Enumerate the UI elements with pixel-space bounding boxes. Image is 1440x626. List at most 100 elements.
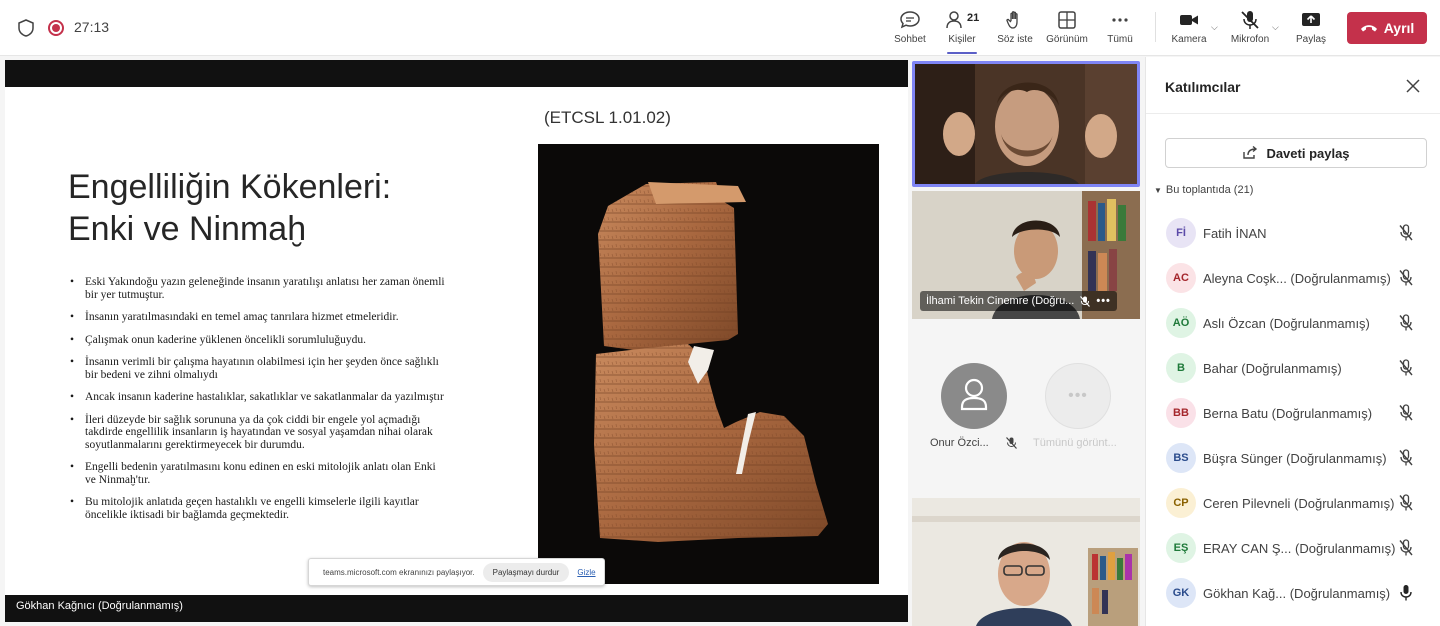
- panel-title: Katılımcılar: [1165, 79, 1241, 95]
- raise-hand-label: Söz iste: [997, 34, 1033, 45]
- hang-up-icon: [1360, 25, 1377, 32]
- hide-share-bar-link[interactable]: Gizle: [577, 568, 595, 577]
- view-all-label[interactable]: Tümünü görünt...: [1033, 437, 1117, 449]
- leave-button[interactable]: Ayrıl: [1347, 12, 1427, 44]
- mic-muted-icon: [1399, 224, 1413, 241]
- share-invite-button[interactable]: Daveti paylaş: [1165, 138, 1427, 168]
- recording-icon: [48, 20, 64, 36]
- in-meeting-section-header[interactable]: ▼ Bu toplantıda (21): [1154, 184, 1253, 196]
- slide-bullet: Eski Yakındoğu yazın geleneğinde insanın…: [68, 276, 448, 301]
- participant-row[interactable]: Fİ Fatih İNAN: [1146, 210, 1440, 255]
- camera-label: Kamera: [1171, 34, 1207, 45]
- participant-row[interactable]: AÖ Aslı Özcan (Doğrulanmamış): [1146, 300, 1440, 345]
- participant-avatar: EŞ: [1166, 533, 1196, 563]
- slide-bullet: İnsanın verimli bir çalışma hayatının ol…: [68, 356, 448, 381]
- mic-muted-icon: [1399, 539, 1413, 556]
- people-label: Kişiler: [948, 34, 976, 45]
- panel-divider: [1146, 113, 1440, 114]
- camera-icon: [1180, 15, 1198, 25]
- participants-panel: Katılımcılar Daveti paylaş ▼ Bu toplantıd…: [1145, 57, 1440, 626]
- chat-button[interactable]: Sohbet: [885, 8, 935, 50]
- participant-row[interactable]: AC Aleyna Coşk... (Doğrulanmamış): [1146, 255, 1440, 300]
- presenter-name-bar: Gökhan Kağnıcı (Doğrulanmamış): [5, 596, 908, 622]
- share-tray-icon: [1302, 13, 1320, 26]
- stop-sharing-button[interactable]: Paylaşmayı durdur: [482, 562, 570, 582]
- slide-bullet: Engelli bedenin yaratılmasını konu edine…: [68, 461, 448, 486]
- slide-bullet: İleri düzeyde bir sağlık sorununa ya da …: [68, 414, 448, 452]
- toolbar-divider: [1155, 12, 1156, 42]
- more-button[interactable]: Tümü: [1095, 8, 1145, 50]
- participant-avatar: CP: [1166, 488, 1196, 518]
- mic-muted-icon: [1399, 359, 1413, 376]
- participant-avatar: Fİ: [1166, 218, 1196, 248]
- people-button[interactable]: 21 Kişiler: [937, 8, 987, 54]
- participant-name: Fatih İNAN: [1203, 226, 1267, 241]
- video-tile-active-speaker[interactable]: [912, 61, 1140, 187]
- tile-more-options-icon[interactable]: •••: [1096, 295, 1111, 307]
- participant-video: [915, 64, 1137, 184]
- share-link-icon: [1243, 146, 1258, 159]
- participant-name: Berna Batu (Doğrulanmamış): [1203, 406, 1373, 421]
- mic-muted-icon: [1006, 437, 1017, 449]
- participant-row[interactable]: EŞ ERAY CAN Ş... (Doğrulanmamış): [1146, 525, 1440, 570]
- camera-button[interactable]: Kamera: [1164, 8, 1214, 50]
- shield-icon[interactable]: [18, 19, 34, 37]
- avatar[interactable]: [941, 363, 1007, 429]
- participant-name: Onur Özci...: [930, 437, 989, 449]
- section-label: Bu toplantıda (21): [1165, 184, 1254, 196]
- mic-muted-icon: [1399, 404, 1413, 421]
- participant-name: ERAY CAN Ş... (Doğrulanmamış): [1203, 541, 1396, 556]
- meeting-timer: 27:13: [74, 19, 110, 35]
- presenter-name: Gökhan Kağnıcı (Doğrulanmamış): [16, 600, 183, 612]
- participant-avatar: AC: [1166, 263, 1196, 293]
- chat-label: Sohbet: [894, 34, 926, 45]
- slide-reference: (ETCSL 1.01.02): [544, 108, 671, 127]
- participant-avatar: BS: [1166, 443, 1196, 473]
- slide-bullet-list: Eski Yakındoğu yazın geleneğinde insanın…: [68, 276, 448, 531]
- participant-row[interactable]: CP Ceren Pilevneli (Doğrulanmamış): [1146, 480, 1440, 525]
- participant-name-tag: İlhami Tekin Cinemre (Doğru... •••: [920, 291, 1117, 311]
- leave-label: Ayrıl: [1383, 20, 1415, 36]
- participant-video: [912, 498, 1140, 626]
- view-all-participants-button[interactable]: •••: [1045, 363, 1111, 429]
- participant-list: Fİ Fatih İNAN AC Aleyna Coşk... (Doğrulanma…: [1146, 210, 1440, 615]
- participant-name: Aleyna Coşk... (Doğrulanmamış): [1203, 271, 1391, 286]
- participant-row[interactable]: BS Büşra Sünger (Doğrulanmamış): [1146, 435, 1440, 480]
- participant-row[interactable]: GK Gökhan Kağ... (Doğrulanmamış): [1146, 570, 1440, 615]
- mic-muted-icon: [1399, 314, 1413, 331]
- mic-muted-icon: [1399, 449, 1413, 466]
- mic-options-chevron-icon[interactable]: ⌵: [1272, 22, 1279, 33]
- slide-bullet: Çalışmak onun kaderine yüklenen öncelikl…: [68, 334, 448, 347]
- collapse-triangle-icon: ▼: [1154, 186, 1162, 195]
- meeting-toolbar: 27:13 Sohbet 21 Kişiler Söz iste Görünüm…: [0, 0, 1440, 56]
- video-tile-audio-only: ••• Onur Özci... Tümünü görünt...: [912, 331, 1140, 491]
- raise-hand-button[interactable]: Söz iste: [990, 8, 1040, 50]
- people-icon: [946, 11, 962, 29]
- chat-icon: [900, 11, 920, 29]
- video-tile-participant[interactable]: [912, 498, 1140, 626]
- slide-bullet: Ancak insanın kaderine hastalıklar, saka…: [68, 391, 448, 404]
- slide-bullet: İnsanın yaratılmasındaki en temel amaç t…: [68, 311, 448, 324]
- participant-row[interactable]: B Bahar (Doğrulanmamış): [1146, 345, 1440, 390]
- participant-name: İlhami Tekin Cinemre (Doğru...: [926, 295, 1075, 307]
- participant-row[interactable]: BB Berna Batu (Doğrulanmamış): [1146, 390, 1440, 435]
- participant-name: Büşra Sünger (Doğrulanmamış): [1203, 451, 1387, 466]
- view-button[interactable]: Görünüm: [1042, 8, 1092, 50]
- video-tile-participant[interactable]: İlhami Tekin Cinemre (Doğru... •••: [912, 191, 1140, 319]
- mic-label: Mikrofon: [1230, 34, 1270, 45]
- raise-hand-icon: [1006, 11, 1018, 29]
- camera-options-chevron-icon[interactable]: ⌵: [1211, 22, 1218, 33]
- mic-button[interactable]: Mikrofon: [1225, 8, 1275, 50]
- more-label: Tümü: [1107, 34, 1133, 45]
- participant-avatar: B: [1166, 353, 1196, 383]
- mic-muted-icon: [1080, 295, 1091, 307]
- slide-title-line2: Enki ve Ninmaḫ: [68, 210, 307, 248]
- people-count-badge: 21: [967, 12, 980, 24]
- mic-muted-icon: [1399, 269, 1413, 286]
- slide-title-line1: Engelliliğin Kökenleri:: [68, 168, 392, 206]
- share-label: Paylaş: [1295, 34, 1326, 45]
- share-button[interactable]: Paylaş: [1286, 8, 1336, 50]
- participant-avatar: GK: [1166, 578, 1196, 608]
- close-icon[interactable]: [1404, 77, 1422, 95]
- mic-muted-icon: [1241, 11, 1259, 29]
